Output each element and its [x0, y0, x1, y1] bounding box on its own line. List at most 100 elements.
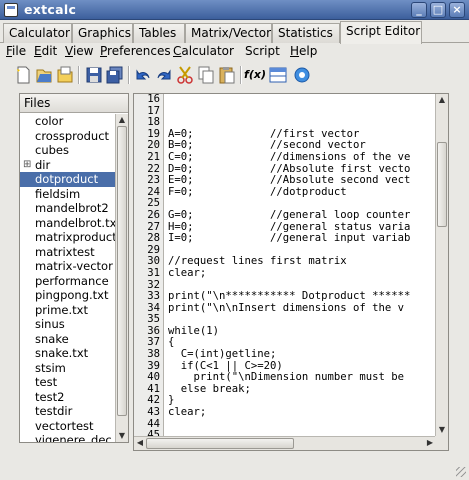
toolbar-separator: [128, 66, 130, 84]
save-icon[interactable]: [84, 65, 104, 85]
code-line[interactable]: F=0; //dotproduct: [168, 186, 438, 199]
scroll-down-arrow-icon[interactable]: ▼: [116, 430, 128, 442]
tab-bar: Calculator Graphics Tables Matrix/Vector…: [0, 21, 469, 44]
code-line[interactable]: clear;: [168, 267, 438, 280]
list-item[interactable]: test: [20, 375, 116, 390]
code-line[interactable]: //request lines first matrix: [168, 256, 438, 268]
window-title: extcalc: [24, 2, 77, 17]
editor-hscroll-thumb[interactable]: [146, 438, 294, 449]
copy-icon[interactable]: [196, 65, 216, 85]
menu-file[interactable]: File: [6, 44, 26, 58]
maximize-button[interactable]: □: [430, 2, 446, 18]
tab-statistics[interactable]: Statistics: [272, 23, 340, 43]
files-header[interactable]: Files: [20, 94, 128, 113]
files-scrollbar[interactable]: ▲ ▼: [115, 114, 128, 442]
expand-icon[interactable]: ⊞: [23, 159, 31, 170]
toolbar-separator: [78, 66, 80, 84]
new-file-icon[interactable]: [13, 65, 33, 85]
open-file-icon[interactable]: [34, 65, 54, 85]
line-number: 38: [147, 348, 160, 361]
menu-bar: File Edit View Preferences Calculator Sc…: [0, 43, 469, 61]
line-number: 43: [147, 406, 160, 419]
list-item[interactable]: mandelbrot.txt: [20, 216, 121, 231]
menu-preferences[interactable]: Preferences: [100, 44, 171, 58]
scroll-corner: [435, 436, 448, 450]
redo-icon[interactable]: [154, 65, 174, 85]
list-item[interactable]: prime.txt: [20, 303, 116, 318]
list-item[interactable]: pingpong.txt: [20, 288, 116, 303]
line-number: 21: [147, 150, 160, 163]
save-all-icon[interactable]: [105, 65, 125, 85]
list-item[interactable]: snake: [20, 332, 116, 347]
list-item[interactable]: matrixproduct: [20, 230, 117, 245]
code-line[interactable]: print("\n*********** Dotproduct ******: [168, 290, 438, 303]
code-line[interactable]: [168, 94, 438, 106]
list-item[interactable]: matrixtest: [20, 245, 116, 260]
code-line[interactable]: G=0; //general loop counter: [168, 209, 438, 222]
folder-item[interactable]: ⊞ dir: [20, 158, 116, 173]
menu-edit[interactable]: Edit: [34, 44, 57, 58]
list-item-selected[interactable]: dotproduct: [20, 172, 116, 187]
list-item[interactable]: cubes: [20, 143, 116, 158]
files-scroll-thumb[interactable]: [117, 126, 127, 416]
line-number: 23: [147, 174, 160, 187]
code-line[interactable]: [168, 419, 438, 431]
menu-help[interactable]: Help: [290, 44, 317, 58]
editor-vertical-scrollbar[interactable]: ▲ ▼: [435, 94, 448, 436]
list-item[interactable]: performance: [20, 274, 116, 289]
code-line[interactable]: E=0; //Absolute second vect: [168, 175, 438, 187]
editor-scroll-thumb[interactable]: [437, 142, 447, 227]
minimize-button[interactable]: _: [411, 2, 427, 18]
code-area[interactable]: A=0; //first vector B=0; //second vector C…: [168, 94, 438, 436]
code-line[interactable]: }: [168, 395, 438, 407]
editor-horizontal-scrollbar[interactable]: ◀ ▶: [134, 436, 436, 450]
tab-matrix-vector[interactable]: Matrix/Vector: [185, 23, 272, 43]
list-item[interactable]: vectortest: [20, 419, 116, 434]
code-line[interactable]: [168, 106, 438, 118]
run-icon[interactable]: [292, 65, 312, 85]
line-number: 33: [147, 290, 160, 303]
script-editor[interactable]: 16 17 18 19 20 21 22 23 24 25 26 27 28 29 30 31 32 33 34 35…: [133, 93, 449, 451]
line-number: 16: [147, 93, 160, 105]
code-line[interactable]: C=0; //dimensions of the ve: [168, 151, 438, 164]
close-button[interactable]: ×: [449, 2, 465, 18]
tab-graphics[interactable]: Graphics: [72, 23, 133, 43]
tab-tables[interactable]: Tables: [133, 23, 185, 43]
list-item[interactable]: sinus: [20, 317, 116, 332]
list-item[interactable]: stsim: [20, 361, 116, 376]
list-item[interactable]: test2: [20, 390, 116, 405]
layout-icon[interactable]: [268, 65, 288, 85]
list-item[interactable]: matrix-vector: [20, 259, 116, 274]
code-line[interactable]: while(1): [168, 325, 438, 338]
tab-calculator[interactable]: Calculator: [3, 23, 72, 43]
code-line[interactable]: print("\n\nInsert dimensions of the v: [168, 302, 438, 315]
code-line[interactable]: clear;: [168, 406, 438, 419]
menu-view[interactable]: View: [65, 44, 93, 58]
code-line[interactable]: I=0; //general input variab: [168, 233, 438, 245]
scroll-down-arrow-icon[interactable]: ▼: [436, 424, 448, 436]
list-item[interactable]: crossproduct: [20, 129, 116, 144]
list-item[interactable]: vigenere_dec.t: [20, 433, 120, 442]
line-number-gutter: 16 17 18 19 20 21 22 23 24 25 26 27 28 29 30 31 32 33 34 35…: [134, 93, 164, 450]
menu-script[interactable]: Script: [245, 44, 280, 58]
scroll-left-arrow-icon[interactable]: ◀: [134, 437, 146, 449]
open-folder-icon[interactable]: [55, 65, 75, 85]
list-item[interactable]: testdir: [20, 404, 116, 419]
menu-calculator[interactable]: Calculator: [173, 44, 234, 58]
tab-script-editor[interactable]: Script Editor: [340, 21, 422, 44]
list-item[interactable]: color: [20, 114, 116, 129]
file-list: color crossproduct cubes ⊞ dir dotproduct…: [20, 114, 121, 442]
list-item[interactable]: fieldsim: [20, 187, 116, 202]
cut-icon[interactable]: [175, 65, 195, 85]
files-panel: Files color crossproduct cubes ⊞ dir dotp…: [19, 93, 129, 443]
function-icon[interactable]: f(x): [244, 65, 266, 85]
code-line[interactable]: C=(int)getline;: [168, 348, 438, 361]
paste-icon[interactable]: [217, 65, 237, 85]
scroll-up-arrow-icon[interactable]: ▲: [116, 114, 128, 126]
undo-icon[interactable]: [133, 65, 153, 85]
list-item[interactable]: mandelbrot2: [20, 201, 116, 216]
code-line[interactable]: else break;: [168, 383, 438, 396]
scroll-up-arrow-icon[interactable]: ▲: [436, 94, 448, 106]
resize-grip-icon[interactable]: [456, 467, 466, 477]
list-item[interactable]: snake.txt: [20, 346, 116, 361]
